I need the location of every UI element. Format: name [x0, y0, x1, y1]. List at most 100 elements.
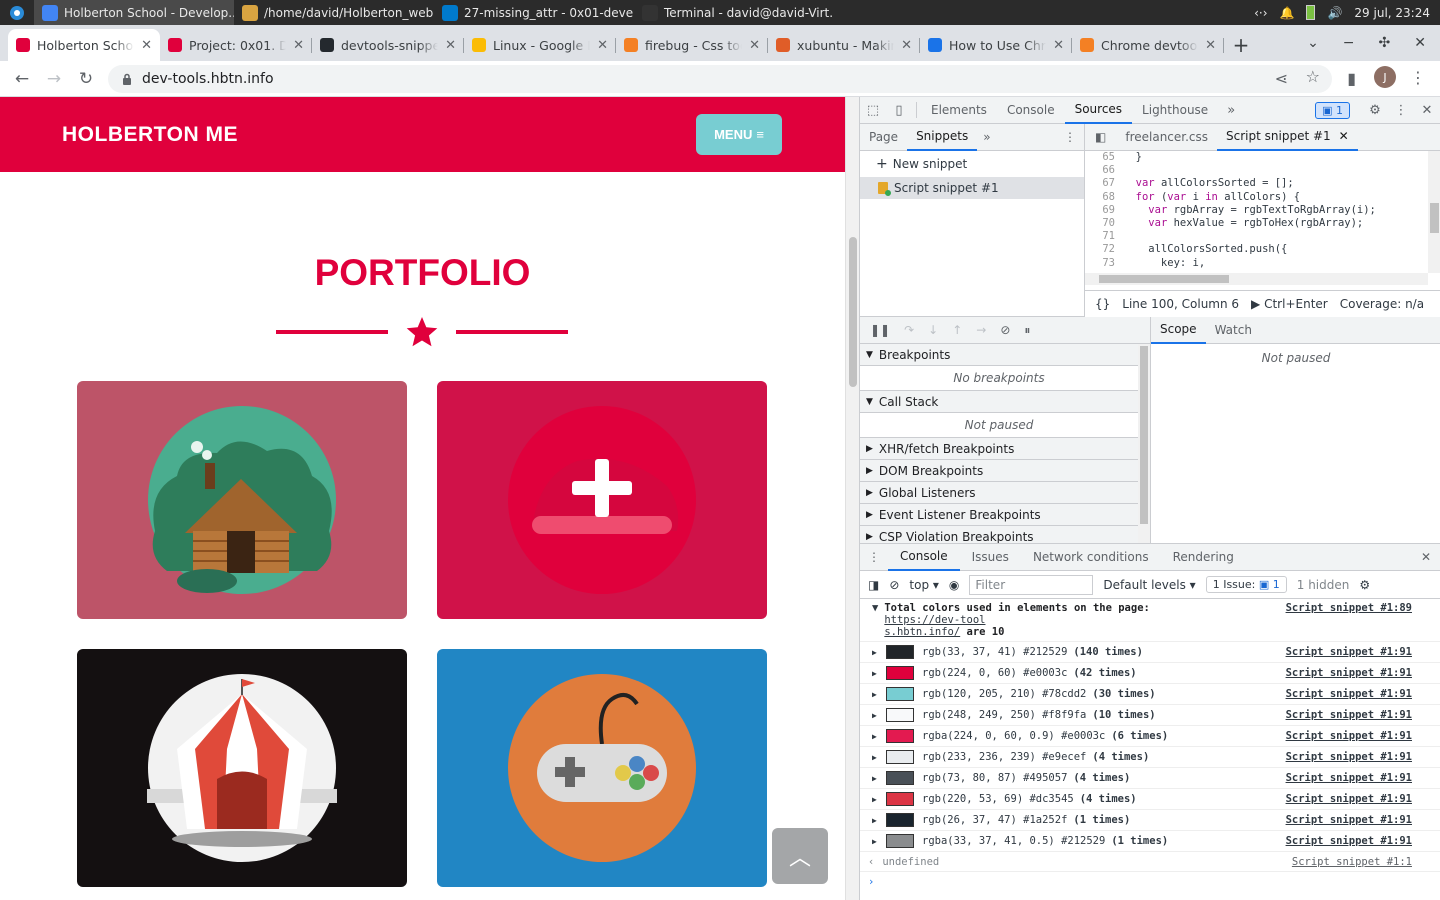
source-link[interactable]: Script snippet #1:1: [1292, 856, 1412, 868]
chrome-menu-icon[interactable]: ⋮: [1410, 68, 1426, 87]
source-link[interactable]: Script snippet #1:89: [1286, 602, 1412, 614]
code-lines[interactable]: 65 } 66 67 var allColorsSorted = []; 68 for…: [1085, 151, 1428, 273]
step-over-icon[interactable]: ↷: [904, 323, 914, 337]
source-link[interactable]: Script snippet #1:91: [1286, 646, 1412, 658]
side-panel-icon[interactable]: ▮: [1347, 69, 1356, 88]
page-scrollbar[interactable]: [845, 97, 859, 900]
log-levels-dropdown[interactable]: Default levels ▾: [1103, 578, 1195, 592]
editor-h-scrollbar[interactable]: [1085, 273, 1428, 285]
new-snippet-button[interactable]: + New snippet: [860, 151, 1084, 177]
close-tab-icon[interactable]: ✕: [597, 38, 608, 53]
taskbar-app[interactable]: 27-missing_attr - 0x01-devel...: [434, 0, 634, 25]
section-xhr-fetch-breakpoints[interactable]: ▶ XHR/fetch Breakpoints: [860, 438, 1138, 460]
clear-console-icon[interactable]: ⊘: [889, 578, 899, 592]
source-link[interactable]: Script snippet #1:91: [1286, 772, 1412, 784]
console-settings-gear-icon[interactable]: ⚙: [1359, 578, 1370, 592]
tab-lighthouse[interactable]: Lighthouse: [1132, 97, 1218, 124]
browser-tab[interactable]: How to Use Chrome ✕: [920, 29, 1072, 61]
close-tab-icon[interactable]: ✕: [901, 38, 912, 53]
console-filter-input[interactable]: Filter: [969, 574, 1094, 595]
menu-button[interactable]: MENU ≡: [696, 114, 782, 155]
drawer-tab-issues[interactable]: Issues: [960, 544, 1021, 571]
source-link[interactable]: Script snippet #1:91: [1286, 835, 1412, 847]
source-link[interactable]: Script snippet #1:91: [1286, 730, 1412, 742]
close-devtools-icon[interactable]: ✕: [1414, 103, 1440, 118]
browser-tab[interactable]: Linux - Google Drive ✕: [464, 29, 616, 61]
editor-tab-freelancer-css[interactable]: freelancer.css: [1116, 124, 1217, 151]
minimize-button[interactable]: −: [1343, 35, 1355, 51]
more-tabs-icon[interactable]: »: [1218, 103, 1244, 118]
context-selector[interactable]: top ▾: [909, 578, 939, 592]
section-event-listener-breakpoints[interactable]: ▶ Event Listener Breakpoints: [860, 504, 1138, 526]
section-global-listeners[interactable]: ▶ Global Listeners: [860, 482, 1138, 504]
avatar[interactable]: J: [1374, 66, 1396, 88]
live-expression-eye-icon[interactable]: ◉: [949, 578, 959, 592]
close-tab-icon[interactable]: ✕: [141, 38, 152, 53]
console-sidebar-icon[interactable]: ◨: [868, 578, 879, 592]
site-brand[interactable]: HOLBERTON ME: [62, 123, 238, 147]
group-header-link-part2[interactable]: s.hbtn.info/: [884, 626, 960, 638]
bookmark-star-icon[interactable]: ☆: [1306, 67, 1320, 86]
close-drawer-icon[interactable]: ✕: [1421, 550, 1440, 564]
source-link[interactable]: Script snippet #1:91: [1286, 688, 1412, 700]
close-tab-icon[interactable]: ✕: [293, 38, 304, 53]
more-nav-tabs-icon[interactable]: »: [977, 130, 996, 144]
console-color-row[interactable]: ▶ rgb(120, 205, 210) #78cdd2 (30 times) Scr…: [860, 684, 1440, 705]
portfolio-card-circus[interactable]: [77, 649, 407, 887]
tab-search-icon[interactable]: ⌄: [1307, 35, 1319, 51]
console-group-header[interactable]: ▼ Total colors used in elements on the p…: [860, 599, 1440, 642]
close-window-button[interactable]: ✕: [1414, 35, 1426, 51]
browser-tab[interactable]: xubuntu - Making ✕: [768, 29, 920, 61]
pause-on-exceptions-icon[interactable]: ⏸: [1024, 323, 1030, 338]
network-icon[interactable]: ‹·›: [1254, 6, 1267, 20]
share-icon[interactable]: ⋖: [1275, 69, 1288, 88]
console-color-row[interactable]: ▶ rgba(224, 0, 60, 0.9) #e0003c (6 times) S…: [860, 726, 1440, 747]
browser-tab[interactable]: firebug - Css tools ✕: [616, 29, 768, 61]
pause-icon[interactable]: ❚❚: [870, 323, 890, 337]
tab-snippets[interactable]: Snippets: [907, 124, 978, 151]
source-link[interactable]: Script snippet #1:91: [1286, 793, 1412, 805]
console-color-row[interactable]: ▶ rgba(33, 37, 41, 0.5) #212529 (1 times) S…: [860, 831, 1440, 852]
editor-tab-script-snippet[interactable]: Script snippet #1 ✕: [1217, 124, 1358, 151]
browser-tab[interactable]: Chrome devtools ✕: [1072, 29, 1224, 61]
device-toolbar-icon[interactable]: ▯: [886, 103, 912, 118]
close-tab-icon[interactable]: ✕: [1053, 38, 1064, 53]
battery-icon[interactable]: [1306, 5, 1316, 20]
os-menu-icon[interactable]: [0, 5, 34, 21]
source-link[interactable]: Script snippet #1:91: [1286, 709, 1412, 721]
clock[interactable]: 29 jul, 23:24: [1354, 6, 1430, 20]
address-bar[interactable]: dev-tools.hbtn.info: [108, 65, 1332, 93]
source-link[interactable]: Script snippet #1:91: [1286, 667, 1412, 679]
tab-elements[interactable]: Elements: [921, 97, 997, 124]
volume-icon[interactable]: 🔊: [1327, 6, 1342, 20]
taskbar-app[interactable]: Terminal - david@david-Virt...: [634, 0, 834, 25]
section-csp-violation-breakpoints[interactable]: ▶ CSP Violation Breakpoints: [860, 526, 1138, 543]
forward-button[interactable]: →: [38, 69, 70, 89]
drawer-tab-network-conditions[interactable]: Network conditions: [1021, 544, 1161, 571]
tab-sources[interactable]: Sources: [1064, 97, 1133, 124]
close-tab-icon[interactable]: ✕: [1205, 38, 1216, 53]
issues-counter[interactable]: 1 Issue: ▣ 1: [1205, 576, 1287, 593]
console-prompt[interactable]: ›: [860, 872, 1440, 892]
portfolio-card-game[interactable]: [437, 649, 767, 887]
drawer-tab-console[interactable]: Console: [888, 544, 960, 571]
browser-tab[interactable]: devtools-snippets ✕: [312, 29, 464, 61]
close-tab-icon[interactable]: ✕: [1339, 129, 1349, 143]
source-link[interactable]: Script snippet #1:91: [1286, 751, 1412, 763]
inspect-element-icon[interactable]: ⬚: [860, 103, 886, 118]
toggle-navigator-icon[interactable]: ◧: [1085, 130, 1116, 144]
navigator-menu-icon[interactable]: ⋮: [1064, 130, 1084, 144]
group-header-link-part1[interactable]: https://dev-tool: [884, 614, 985, 626]
settings-gear-icon[interactable]: ⚙: [1362, 103, 1388, 118]
browser-tab[interactable]: Project: 0x01. DevTools ✕: [160, 29, 312, 61]
tab-watch[interactable]: Watch: [1206, 317, 1261, 344]
snippet-item[interactable]: Script snippet #1: [860, 177, 1084, 199]
section-dom-breakpoints[interactable]: ▶ DOM Breakpoints: [860, 460, 1138, 482]
drawer-menu-icon[interactable]: ⋮: [860, 550, 888, 564]
console-color-row[interactable]: ▶ rgb(73, 80, 87) #495057 (4 times) Script …: [860, 768, 1440, 789]
console-color-row[interactable]: ▶ rgb(224, 0, 60) #e0003c (42 times) Script…: [860, 663, 1440, 684]
maximize-button[interactable]: ✣: [1379, 35, 1391, 51]
debugger-scrollbar[interactable]: [1138, 344, 1150, 543]
taskbar-app[interactable]: Holberton School - Develop...: [34, 0, 234, 25]
notification-bell-icon[interactable]: 🔔: [1280, 6, 1295, 20]
